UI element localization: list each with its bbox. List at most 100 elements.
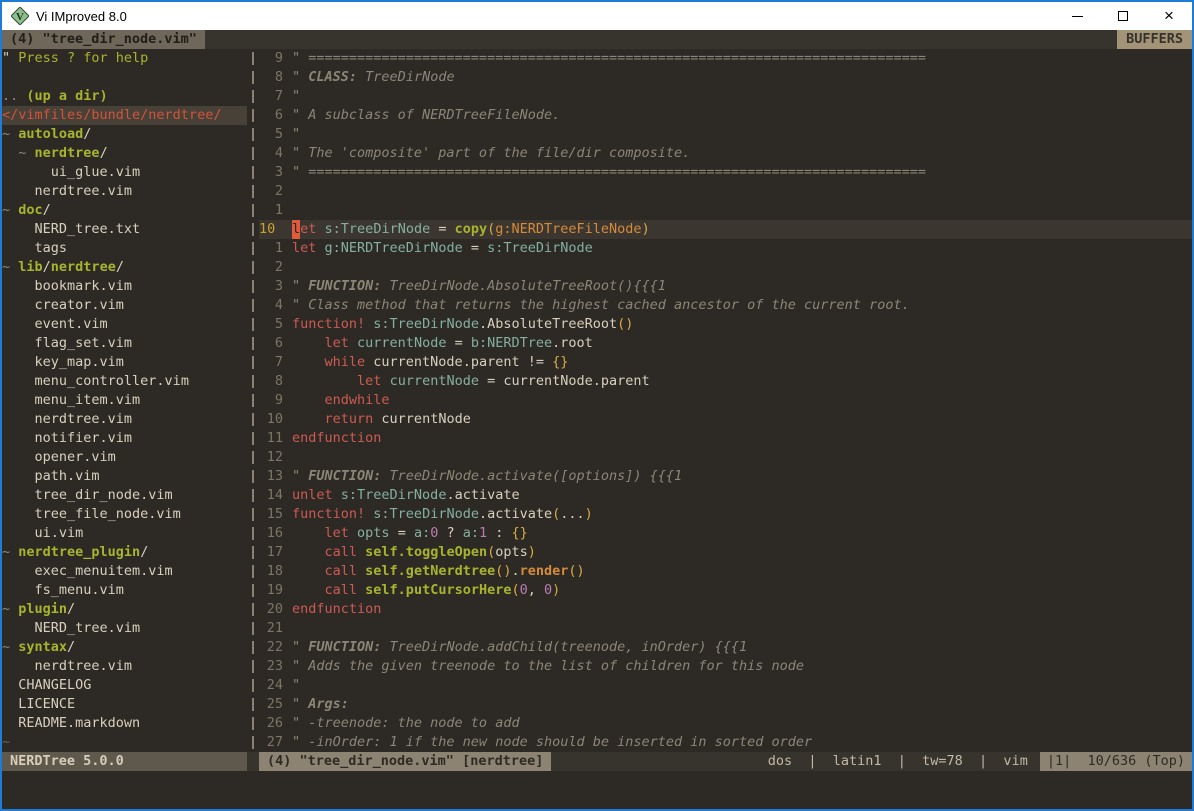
tree-row[interactable]: ui.vim xyxy=(2,524,247,543)
tree-row[interactable]: nerdtree.vim xyxy=(2,657,247,676)
tree-row[interactable]: menu_item.vim xyxy=(2,391,247,410)
tree-row[interactable]: README.markdown xyxy=(2,714,247,733)
tree-row[interactable]: path.vim xyxy=(2,467,247,486)
tab-line: (4) "tree_dir_node.vim" BUFFERS xyxy=(2,30,1192,49)
code-line[interactable]: 16 let opts = a:0 ? a:1 : {} xyxy=(259,524,1192,543)
maximize-button[interactable] xyxy=(1100,2,1146,30)
tab-buffers[interactable]: BUFFERS xyxy=(1117,30,1192,49)
code-line[interactable]: 24" xyxy=(259,676,1192,695)
tree-row[interactable]: ~ xyxy=(2,733,247,752)
statusline-fill xyxy=(551,752,755,771)
line-number: 5 xyxy=(259,125,283,144)
code-line[interactable]: 19 call self.putCursorHere(0, 0) xyxy=(259,581,1192,600)
code-line[interactable]: 5" xyxy=(259,125,1192,144)
tree-row[interactable]: CHANGELOG xyxy=(2,676,247,695)
code-line[interactable]: 20endfunction xyxy=(259,600,1192,619)
line-number: 14 xyxy=(259,486,283,505)
code-line[interactable]: 3" =====================================… xyxy=(259,163,1192,182)
separator-bar-icon xyxy=(247,524,259,543)
tree-row[interactable]: ~ nerdtree/ xyxy=(2,144,247,163)
tree-row[interactable]: opener.vim xyxy=(2,448,247,467)
tree-row[interactable] xyxy=(2,68,247,87)
code-line[interactable]: 1 xyxy=(259,201,1192,220)
line-number: 25 xyxy=(259,695,283,714)
tree-row[interactable]: LICENCE xyxy=(2,695,247,714)
tree-row[interactable]: menu_controller.vim xyxy=(2,372,247,391)
tree-row[interactable]: notifier.vim xyxy=(2,429,247,448)
vim-window: V Vi IMproved 8.0 × (4) "tree_dir_node.v… xyxy=(0,0,1194,811)
tree-row[interactable]: ~ syntax/ xyxy=(2,638,247,657)
code-line[interactable]: 3" FUNCTION: TreeDirNode.AbsoluteTreeRoo… xyxy=(259,277,1192,296)
code-line-cursor[interactable]: 10let s:TreeDirNode = copy(g:NERDTreeFil… xyxy=(259,220,1192,239)
code-line[interactable]: 2 xyxy=(259,182,1192,201)
tree-row[interactable]: bookmark.vim xyxy=(2,277,247,296)
code-line[interactable]: 13" FUNCTION: TreeDirNode.activate([opti… xyxy=(259,467,1192,486)
separator-bar-icon xyxy=(247,562,259,581)
code-line[interactable]: 8" CLASS: TreeDirNode xyxy=(259,68,1192,87)
line-number: 9 xyxy=(259,49,283,68)
tree-row[interactable]: ~ lib/nerdtree/ xyxy=(2,258,247,277)
statusline-nerdtree: NERDTree 5.0.0 xyxy=(2,752,247,771)
code-line[interactable]: 8 let currentNode = currentNode.parent xyxy=(259,372,1192,391)
code-line[interactable]: 10 return currentNode xyxy=(259,410,1192,429)
tree-row[interactable]: fs_menu.vim xyxy=(2,581,247,600)
separator-bar-icon xyxy=(247,182,259,201)
code-line[interactable]: 12 xyxy=(259,448,1192,467)
code-line[interactable]: 15function! s:TreeDirNode.activate(...) xyxy=(259,505,1192,524)
tree-root-path[interactable]: </vimfiles/bundle/nerdtree/ xyxy=(2,106,247,125)
code-line[interactable]: 6 let currentNode = b:NERDTree.root xyxy=(259,334,1192,353)
code-line[interactable]: 14unlet s:TreeDirNode.activate xyxy=(259,486,1192,505)
code-line[interactable]: 18 call self.getNerdtree().render() xyxy=(259,562,1192,581)
command-line-area[interactable] xyxy=(2,771,1192,809)
vim-icon: V xyxy=(10,6,30,26)
code-line[interactable]: 22" FUNCTION: TreeDirNode.addChild(treen… xyxy=(259,638,1192,657)
tree-row[interactable]: key_map.vim xyxy=(2,353,247,372)
tabline-fill xyxy=(205,30,1117,49)
code-line[interactable]: 5function! s:TreeDirNode.AbsoluteTreeRoo… xyxy=(259,315,1192,334)
editor-pane[interactable]: 9" =====================================… xyxy=(259,49,1192,752)
tree-row[interactable]: nerdtree.vim xyxy=(2,410,247,429)
line-number: 2 xyxy=(259,182,283,201)
line-number: 8 xyxy=(259,372,283,391)
separator-bar-icon xyxy=(247,619,259,638)
minimize-button[interactable] xyxy=(1054,2,1100,30)
code-line[interactable]: 26" -treenode: the node to add xyxy=(259,714,1192,733)
code-line[interactable]: 7" xyxy=(259,87,1192,106)
tree-row[interactable]: nerdtree.vim xyxy=(2,182,247,201)
code-line[interactable]: 17 call self.toggleOpen(opts) xyxy=(259,543,1192,562)
tree-row[interactable]: NERD_tree.vim xyxy=(2,619,247,638)
line-number: 13 xyxy=(259,467,283,486)
tree-row[interactable]: ~ doc/ xyxy=(2,201,247,220)
code-line[interactable]: 23" Adds the given treenode to the list … xyxy=(259,657,1192,676)
code-line[interactable]: 6" A subclass of NERDTreeFileNode. xyxy=(259,106,1192,125)
tree-row[interactable]: ui_glue.vim xyxy=(2,163,247,182)
tree-row[interactable]: ~ autoload/ xyxy=(2,125,247,144)
tree-row[interactable]: ~ plugin/ xyxy=(2,600,247,619)
code-line[interactable]: 9 endwhile xyxy=(259,391,1192,410)
code-line[interactable]: 2 xyxy=(259,258,1192,277)
tree-row[interactable]: creator.vim xyxy=(2,296,247,315)
close-button[interactable]: × xyxy=(1146,2,1192,30)
code-line[interactable]: 4" The 'composite' part of the file/dir … xyxy=(259,144,1192,163)
line-number: 10 xyxy=(259,220,283,239)
tree-row[interactable]: NERD_tree.txt xyxy=(2,220,247,239)
tree-row[interactable]: tree_dir_node.vim xyxy=(2,486,247,505)
tree-row[interactable]: tree_file_node.vim xyxy=(2,505,247,524)
tree-row[interactable]: " Press ? for help xyxy=(2,49,247,68)
tree-row[interactable]: flag_set.vim xyxy=(2,334,247,353)
window-separator[interactable] xyxy=(247,49,259,752)
tree-row[interactable]: tags xyxy=(2,239,247,258)
tab-active-buffer[interactable]: (4) "tree_dir_node.vim" xyxy=(2,30,205,49)
code-line[interactable]: 25" Args: xyxy=(259,695,1192,714)
tree-row[interactable]: event.vim xyxy=(2,315,247,334)
tree-row[interactable]: .. (up a dir) xyxy=(2,87,247,106)
code-line[interactable]: 11endfunction xyxy=(259,429,1192,448)
code-line[interactable]: 27" -inOrder: 1 if the new node should b… xyxy=(259,733,1192,752)
tree-row[interactable]: ~ nerdtree_plugin/ xyxy=(2,543,247,562)
tree-row[interactable]: exec_menuitem.vim xyxy=(2,562,247,581)
code-line[interactable]: 7 while currentNode.parent != {} xyxy=(259,353,1192,372)
code-line[interactable]: 21 xyxy=(259,619,1192,638)
code-line[interactable]: 9" =====================================… xyxy=(259,49,1192,68)
code-line[interactable]: 1let g:NERDTreeDirNode = s:TreeDirNode xyxy=(259,239,1192,258)
code-line[interactable]: 4" Class method that returns the highest… xyxy=(259,296,1192,315)
